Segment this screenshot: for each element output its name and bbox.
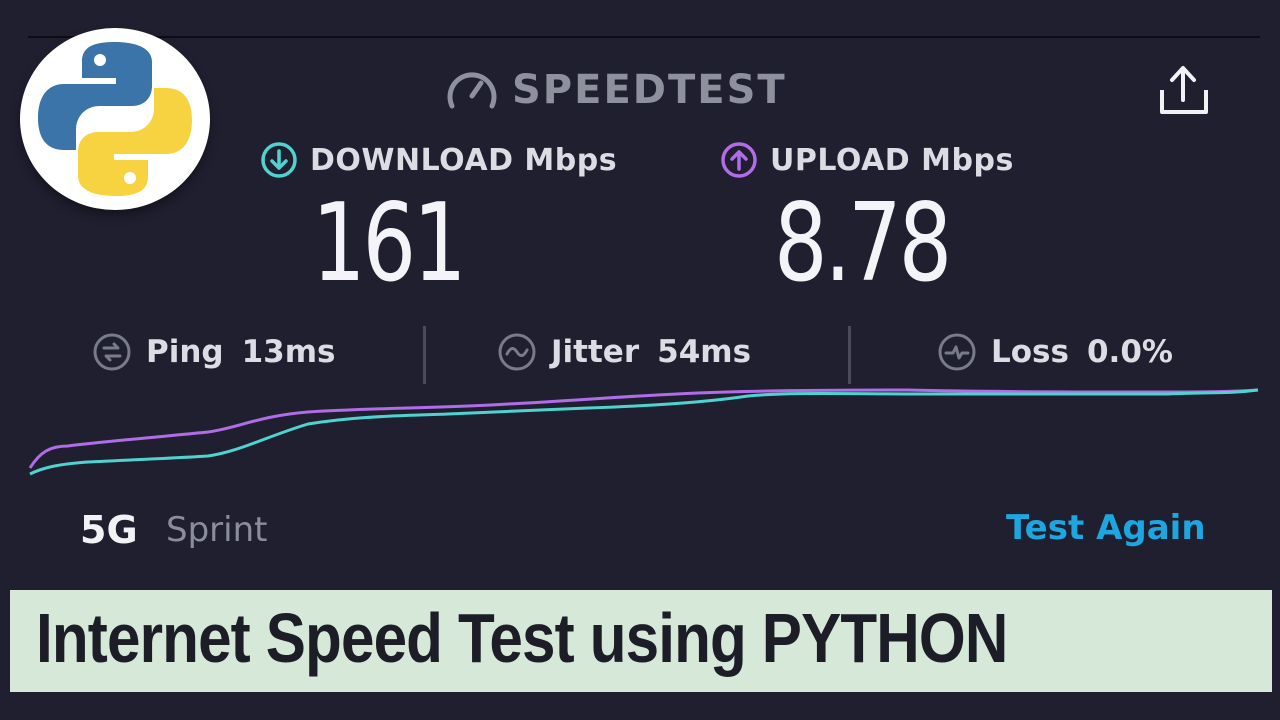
network-type: 5G xyxy=(80,508,138,552)
download-arrow-icon xyxy=(261,142,297,178)
loss-icon xyxy=(938,333,976,371)
ping-value: 13ms xyxy=(241,334,336,370)
brand-title: SPEEDTEST xyxy=(512,67,787,113)
stat-divider xyxy=(848,326,851,384)
python-logo xyxy=(20,28,210,210)
speed-graph xyxy=(28,388,1259,476)
loss-stat: Loss 0.0% xyxy=(937,328,1173,376)
loss-value: 0.0% xyxy=(1086,334,1173,370)
jitter-icon xyxy=(498,333,536,371)
stat-divider xyxy=(423,326,426,384)
speedtest-brand: SPEEDTEST xyxy=(446,64,787,116)
speedtest-screen: SPEEDTEST DOWNLOAD Mbps UPLOAD Mbps 161 … xyxy=(0,0,1280,720)
upload-value: 8.78 xyxy=(774,181,952,306)
share-icon xyxy=(1160,66,1208,114)
upload-arrow-icon xyxy=(721,142,757,178)
download-value: 161 xyxy=(312,181,467,306)
upload-label: UPLOAD Mbps xyxy=(770,142,1014,178)
jitter-label: Jitter xyxy=(551,334,640,370)
download-header: DOWNLOAD Mbps xyxy=(260,138,617,182)
ping-label: Ping xyxy=(146,334,224,370)
loss-label: Loss xyxy=(991,334,1069,370)
carrier-name: Sprint xyxy=(166,510,268,550)
test-again-button[interactable]: Test Again xyxy=(1006,508,1206,548)
jitter-stat: Jitter 54ms xyxy=(497,328,751,376)
speedometer-icon xyxy=(447,72,497,109)
ping-stat: Ping 13ms xyxy=(92,328,336,376)
top-divider xyxy=(28,36,1260,38)
share-button[interactable] xyxy=(1150,58,1216,124)
upload-header: UPLOAD Mbps xyxy=(720,138,1014,182)
caption-title: Internet Speed Test using PYTHON xyxy=(36,599,1008,677)
download-label: DOWNLOAD Mbps xyxy=(310,142,618,178)
jitter-value: 54ms xyxy=(657,334,752,370)
ping-icon xyxy=(93,333,131,371)
